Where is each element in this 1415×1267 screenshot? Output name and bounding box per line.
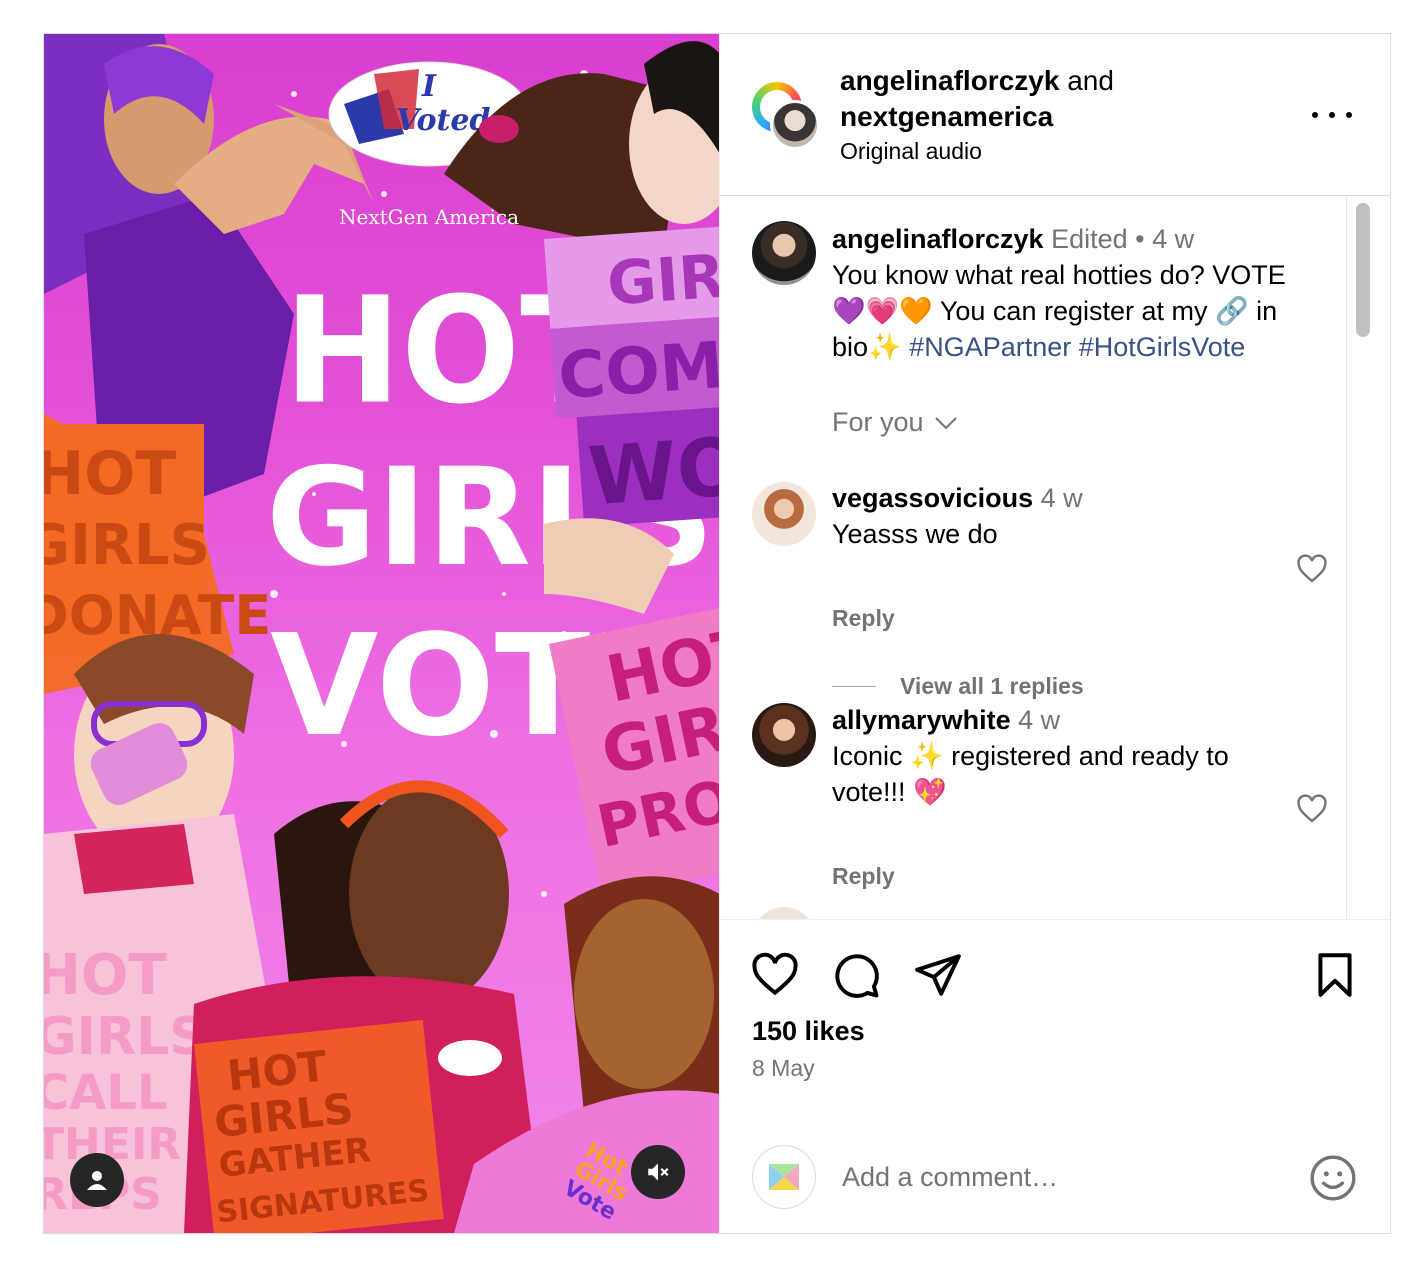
chevron-down-icon xyxy=(934,416,957,429)
caption-line-3: bio✨ xyxy=(832,332,902,362)
caption-edited: Edited xyxy=(1051,224,1128,254)
comment-avatar[interactable] xyxy=(752,482,816,546)
post-header: angelinaflorczyk and nextgenamerica Orig… xyxy=(720,34,1390,196)
comment-time[interactable]: 4 w xyxy=(1041,483,1083,513)
brand-text: NextGen America xyxy=(339,205,519,229)
audio-link[interactable]: Original audio xyxy=(840,138,982,165)
comments-list[interactable]: angelinaflorczyk Edited • 4 w You know w… xyxy=(720,197,1390,919)
add-comment-row xyxy=(720,1130,1390,1234)
sign-community-girls: GIRLS xyxy=(605,236,719,320)
more-options-button[interactable] xyxy=(1312,100,1352,130)
caption-line-2: 💜💗🧡 You can register at my 🔗 in xyxy=(832,296,1278,326)
sticker-text-1: I xyxy=(421,69,437,104)
view-replies-label: View all 1 replies xyxy=(900,673,1084,699)
collab-username[interactable]: nextgenamerica xyxy=(840,101,1053,132)
comment-input[interactable] xyxy=(842,1153,1262,1201)
author-avatar xyxy=(770,100,820,150)
comment-text-line-1: Iconic ✨ registered and ready to xyxy=(832,741,1229,771)
caption-username[interactable]: angelinaflorczyk xyxy=(832,224,1044,254)
comment-text: Yeasss we do xyxy=(832,519,998,549)
speaker-muted-icon xyxy=(648,1163,669,1181)
sign-donate-girls: GIRLS xyxy=(44,513,210,578)
comment-avatar[interactable] xyxy=(752,703,816,767)
comment-reply-button[interactable]: Reply xyxy=(832,863,895,890)
post-media[interactable]: I Voted NextGen America HOT GIRLS VOTE G… xyxy=(44,34,719,1233)
caption-dot: • xyxy=(1135,224,1145,254)
caption-line-1: You know what real hotties do? VOTE xyxy=(832,260,1286,290)
author-username[interactable]: angelinaflorczyk xyxy=(840,65,1059,96)
mute-button[interactable] xyxy=(631,1145,685,1199)
sign-call-hot: HOT xyxy=(44,943,167,1008)
sign-donate-hot: HOT xyxy=(44,439,176,509)
comment-username[interactable]: allymarywhite xyxy=(832,705,1011,735)
comment-like-heart-icon[interactable] xyxy=(1296,553,1328,585)
smiley-icon[interactable] xyxy=(1308,1153,1358,1203)
post-actions: 150 likes 8 May xyxy=(720,919,1390,1233)
post-side-panel: angelinaflorczyk and nextgenamerica Orig… xyxy=(719,34,1390,1233)
caption-hashtags[interactable]: #NGAPartner #HotGirlsVote xyxy=(909,332,1245,362)
comment-item: vegassovicious 4 w Yeasss we do xyxy=(832,480,1272,552)
caption-avatar[interactable] xyxy=(752,221,816,285)
tagged-people-button[interactable] xyxy=(70,1153,124,1207)
like-count[interactable]: 150 likes xyxy=(752,1016,865,1047)
comment-text-line-2: vote!!! 💖 xyxy=(832,777,947,807)
comments-scrollbar-thumb[interactable] xyxy=(1356,203,1370,337)
comment-bubble-icon[interactable] xyxy=(831,950,881,1000)
paper-plane-icon[interactable] xyxy=(913,950,963,1000)
view-replies-button[interactable]: View all 1 replies xyxy=(832,673,1084,700)
heart-icon[interactable] xyxy=(750,950,800,1000)
bookmark-icon[interactable] xyxy=(1310,950,1360,1000)
poster-illustration: I Voted NextGen America HOT GIRLS VOTE G… xyxy=(44,34,719,1233)
author-conjunction: and xyxy=(1067,65,1114,96)
post-date[interactable]: 8 May xyxy=(752,1055,815,1082)
comment-filter[interactable]: For you xyxy=(832,407,958,438)
comment-time[interactable]: 4 w xyxy=(1018,705,1060,735)
collab-avatar[interactable] xyxy=(752,82,822,152)
caption-time[interactable]: 4 w xyxy=(1152,224,1194,254)
caption: angelinaflorczyk Edited • 4 w You know w… xyxy=(832,221,1342,365)
post-container: I Voted NextGen America HOT GIRLS VOTE G… xyxy=(43,33,1391,1234)
person-icon xyxy=(87,1171,107,1190)
comment-like-heart-icon[interactable] xyxy=(1296,793,1328,825)
comment-username[interactable]: vegassovicious xyxy=(832,483,1033,513)
sign-call-girls: GIRLS xyxy=(44,1007,207,1067)
comment-avatar[interactable] xyxy=(752,907,816,919)
ellipsis-icon xyxy=(1312,112,1318,118)
filter-label: For you xyxy=(832,407,924,437)
comment-reply-button[interactable]: Reply xyxy=(832,605,895,632)
sign-call-word: CALL xyxy=(44,1065,168,1121)
post-authors: angelinaflorczyk and nextgenamerica xyxy=(840,63,1114,135)
current-user-avatar xyxy=(752,1145,816,1209)
comment-item: allymarywhite 4 w Iconic ✨ registered an… xyxy=(832,702,1292,810)
user-logo-icon xyxy=(769,1164,799,1190)
replies-divider xyxy=(832,686,876,687)
